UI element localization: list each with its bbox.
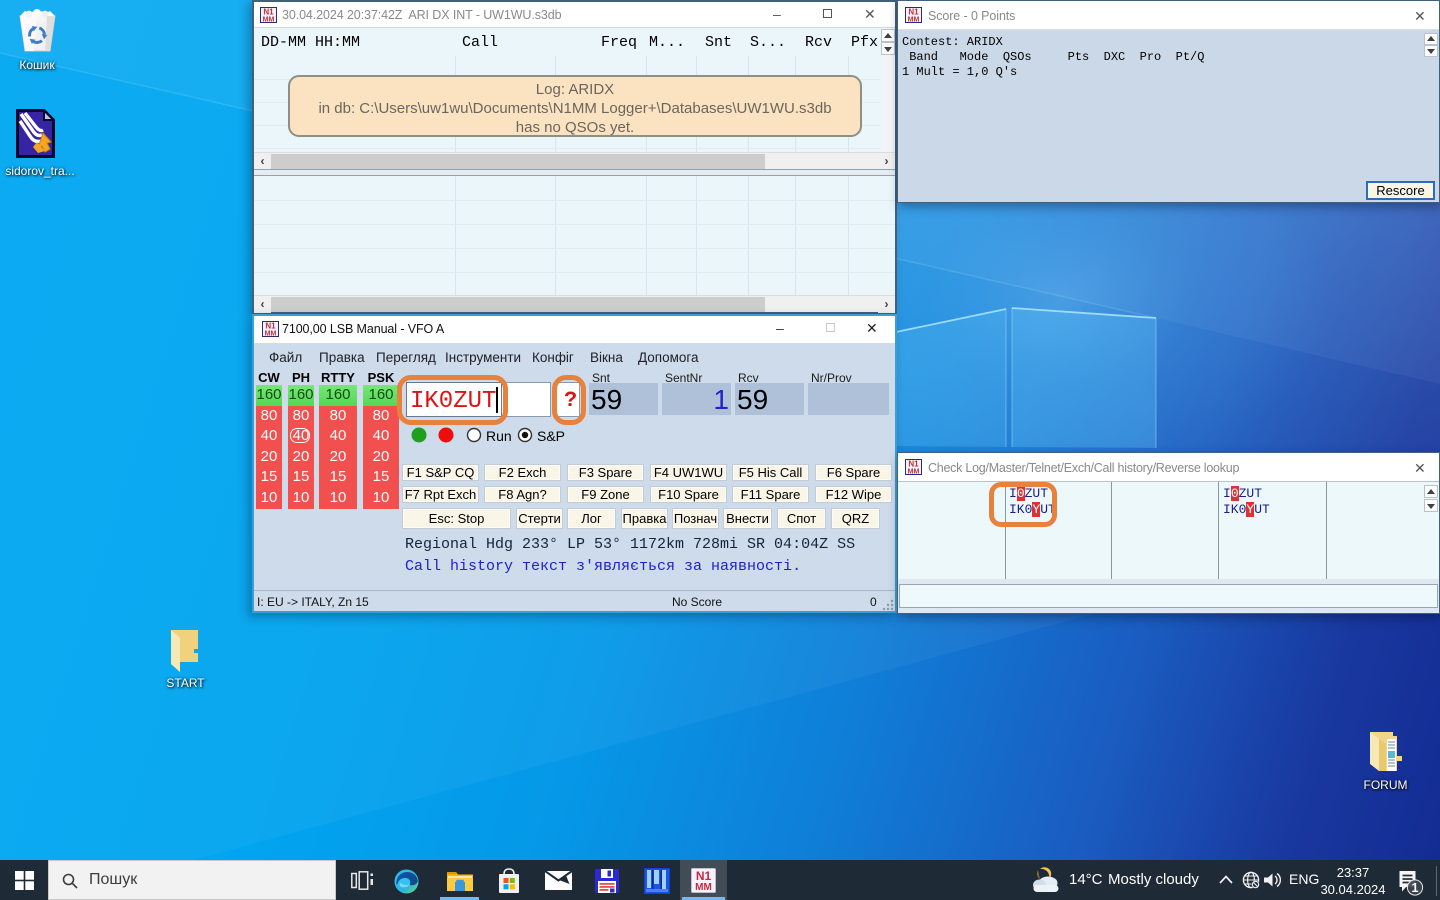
svg-text:N1: N1 (265, 322, 276, 331)
svg-text:N1: N1 (908, 460, 919, 469)
svg-text:N1: N1 (908, 8, 919, 17)
svg-text:MM: MM (263, 17, 275, 24)
svg-text:MM: MM (908, 469, 920, 476)
svg-text:1: 1 (1412, 881, 1419, 895)
svg-text:N1: N1 (696, 869, 712, 883)
svg-text:MM: MM (908, 17, 920, 24)
svg-text:N1: N1 (263, 8, 274, 17)
svg-text:MM: MM (695, 882, 712, 893)
svg-text:MM: MM (265, 331, 277, 338)
